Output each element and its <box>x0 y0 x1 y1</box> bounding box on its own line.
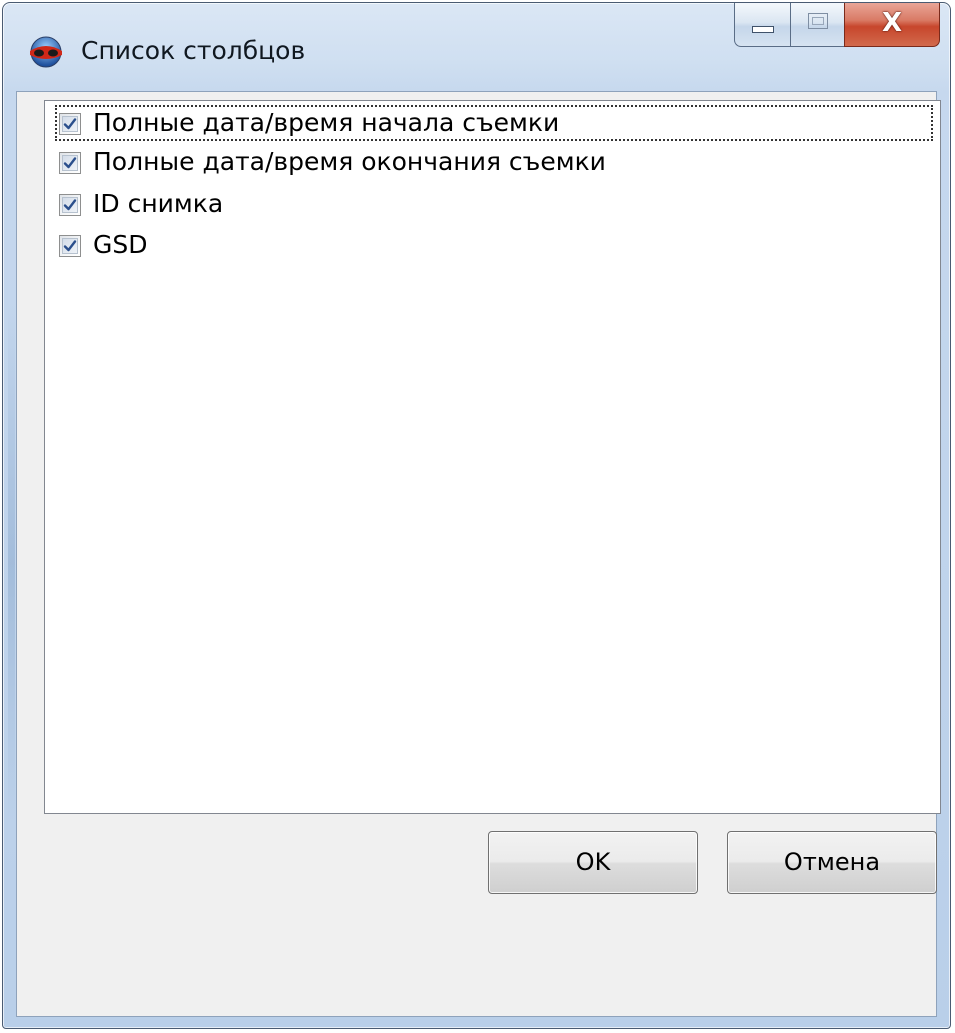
list-item-label: Полные дата/время окончания съемки <box>93 147 606 176</box>
list-item-label: GSD <box>93 230 148 259</box>
maximize-icon <box>808 13 828 29</box>
list-item-label: Полные дата/время начала съемки <box>93 108 560 137</box>
list-item-gsd[interactable]: GSD <box>55 227 933 263</box>
frame-edge <box>8 303 15 823</box>
checkbox-image-id[interactable] <box>59 194 81 216</box>
minimize-button[interactable] <box>734 3 790 47</box>
checkbox-start-datetime[interactable] <box>59 113 81 135</box>
list-item-end-datetime[interactable]: Полные дата/время окончания съемки <box>55 144 933 180</box>
list-item-image-id[interactable]: ID снимка <box>55 186 933 222</box>
checkbox-gsd[interactable] <box>59 235 81 257</box>
app-eye-icon <box>30 36 62 68</box>
checkmark-icon <box>63 199 77 211</box>
caption-buttons: X <box>734 3 940 49</box>
minimize-icon <box>752 26 774 33</box>
maximize-button[interactable] <box>790 3 844 47</box>
close-icon: X <box>881 8 903 38</box>
checkmark-icon <box>63 118 77 130</box>
checkmark-icon <box>63 240 77 252</box>
close-button[interactable]: X <box>844 3 940 47</box>
cancel-button[interactable]: Отмена <box>727 831 937 894</box>
dialog-window: Список столбцов X Полные дата/время нача <box>2 2 951 1029</box>
ok-button[interactable]: OK <box>488 831 698 894</box>
checkmark-icon <box>63 157 77 169</box>
checkbox-end-datetime[interactable] <box>59 152 81 174</box>
list-item-label: ID снимка <box>93 189 224 218</box>
window-title: Список столбцов <box>81 36 306 65</box>
list-item-start-datetime[interactable]: Полные дата/время начала съемки <box>55 105 933 141</box>
dialog-client-area: Полные дата/время начала съемки Полные д… <box>16 91 941 1017</box>
column-checklist[interactable]: Полные дата/время начала съемки Полные д… <box>44 100 941 814</box>
title-bar[interactable]: Список столбцов X <box>3 3 950 91</box>
